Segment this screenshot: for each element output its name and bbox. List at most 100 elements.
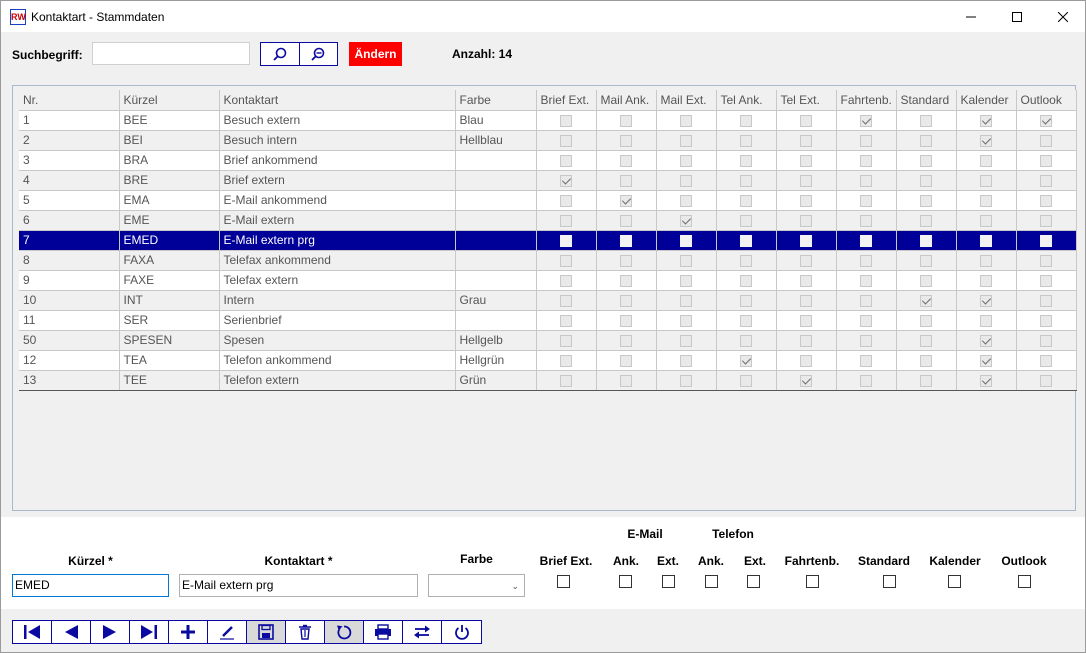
- column-header[interactable]: Kürzel: [119, 90, 220, 111]
- table-row[interactable]: 1 BEE Besuch extern Blau: [19, 110, 1077, 131]
- mail-ext-checkbox[interactable]: [662, 575, 675, 588]
- unchecked-checkbox[interactable]: [980, 314, 992, 327]
- cell-flag[interactable]: [836, 170, 897, 191]
- cell-kontaktart[interactable]: Spesen: [219, 330, 456, 351]
- cell-nr[interactable]: 2: [19, 130, 120, 151]
- minimize-button[interactable]: [948, 1, 994, 32]
- cell-flag[interactable]: [536, 190, 597, 211]
- cell-flag[interactable]: [836, 130, 897, 151]
- unchecked-checkbox[interactable]: [740, 374, 752, 387]
- unchecked-checkbox[interactable]: [740, 134, 752, 147]
- unchecked-checkbox[interactable]: [740, 194, 752, 207]
- unchecked-checkbox[interactable]: [680, 354, 692, 367]
- unchecked-checkbox[interactable]: [860, 354, 872, 367]
- cell-nr[interactable]: 6: [19, 210, 120, 231]
- unchecked-checkbox[interactable]: [620, 254, 632, 267]
- cell-flag[interactable]: [956, 250, 1017, 271]
- cell-flag[interactable]: [596, 270, 657, 291]
- unchecked-checkbox[interactable]: [800, 294, 812, 307]
- cell-flag[interactable]: [776, 190, 837, 211]
- delete-button[interactable]: [286, 621, 325, 643]
- unchecked-checkbox[interactable]: [920, 154, 932, 167]
- cell-kuerzel[interactable]: SER: [119, 310, 220, 331]
- unchecked-checkbox[interactable]: [860, 294, 872, 307]
- cell-flag[interactable]: [596, 150, 657, 171]
- cell-flag[interactable]: [956, 270, 1017, 291]
- outlook-checkbox[interactable]: [1018, 575, 1031, 588]
- cell-flag[interactable]: [716, 130, 777, 151]
- unchecked-checkbox[interactable]: [620, 274, 632, 287]
- unchecked-checkbox[interactable]: [800, 134, 812, 147]
- cell-flag[interactable]: [716, 270, 777, 291]
- unchecked-checkbox[interactable]: [800, 154, 812, 167]
- cell-kontaktart[interactable]: Intern: [219, 290, 456, 311]
- checked-checkbox[interactable]: [560, 174, 572, 187]
- cell-flag[interactable]: [836, 350, 897, 371]
- unchecked-checkbox[interactable]: [620, 134, 632, 147]
- cell-flag[interactable]: [956, 170, 1017, 191]
- unchecked-checkbox[interactable]: [1040, 314, 1052, 327]
- cell-kontaktart[interactable]: Serienbrief: [219, 310, 456, 331]
- cell-farbe[interactable]: [455, 310, 537, 331]
- unchecked-checkbox[interactable]: [800, 334, 812, 347]
- unchecked-checkbox[interactable]: [620, 334, 632, 347]
- column-header[interactable]: Brief Ext.: [536, 90, 597, 111]
- cell-flag[interactable]: [536, 170, 597, 191]
- cell-flag[interactable]: [536, 270, 597, 291]
- cell-nr[interactable]: 12: [19, 350, 120, 371]
- checked-checkbox[interactable]: [920, 294, 932, 307]
- checked-checkbox[interactable]: [740, 354, 752, 367]
- unchecked-checkbox[interactable]: [620, 114, 632, 127]
- cell-flag[interactable]: [896, 290, 957, 311]
- cell-farbe[interactable]: [455, 270, 537, 291]
- cell-kontaktart[interactable]: Brief ankommend: [219, 150, 456, 171]
- cell-flag[interactable]: [776, 130, 837, 151]
- cell-flag[interactable]: [536, 150, 597, 171]
- unchecked-checkbox[interactable]: [860, 374, 872, 387]
- unchecked-checkbox[interactable]: [560, 354, 572, 367]
- sync-button[interactable]: [403, 621, 442, 643]
- cell-kontaktart[interactable]: Telefax extern: [219, 270, 456, 291]
- unchecked-checkbox[interactable]: [860, 334, 872, 347]
- unchecked-checkbox[interactable]: [800, 234, 812, 247]
- cell-flag[interactable]: [656, 170, 717, 191]
- cell-flag[interactable]: [836, 270, 897, 291]
- cell-flag[interactable]: [776, 250, 837, 271]
- cell-kontaktart[interactable]: E-Mail ankommend: [219, 190, 456, 211]
- unchecked-checkbox[interactable]: [680, 294, 692, 307]
- unchecked-checkbox[interactable]: [1040, 134, 1052, 147]
- cell-nr[interactable]: 50: [19, 330, 120, 351]
- cell-farbe[interactable]: Grau: [455, 290, 537, 311]
- cell-flag[interactable]: [956, 330, 1017, 351]
- cell-flag[interactable]: [656, 150, 717, 171]
- unchecked-checkbox[interactable]: [620, 234, 632, 247]
- unchecked-checkbox[interactable]: [740, 314, 752, 327]
- standard-checkbox[interactable]: [883, 575, 896, 588]
- unchecked-checkbox[interactable]: [920, 254, 932, 267]
- unchecked-checkbox[interactable]: [560, 374, 572, 387]
- cell-flag[interactable]: [836, 110, 897, 131]
- unchecked-checkbox[interactable]: [560, 194, 572, 207]
- unchecked-checkbox[interactable]: [560, 134, 572, 147]
- unchecked-checkbox[interactable]: [860, 214, 872, 227]
- exit-button[interactable]: [442, 621, 481, 643]
- unchecked-checkbox[interactable]: [620, 214, 632, 227]
- unchecked-checkbox[interactable]: [740, 294, 752, 307]
- cell-flag[interactable]: [776, 290, 837, 311]
- cell-flag[interactable]: [956, 190, 1017, 211]
- unchecked-checkbox[interactable]: [680, 154, 692, 167]
- cell-flag[interactable]: [656, 370, 717, 391]
- unchecked-checkbox[interactable]: [920, 134, 932, 147]
- cell-flag[interactable]: [896, 210, 957, 231]
- cell-flag[interactable]: [716, 290, 777, 311]
- cell-flag[interactable]: [656, 330, 717, 351]
- cell-nr[interactable]: 9: [19, 270, 120, 291]
- cell-flag[interactable]: [656, 290, 717, 311]
- unchecked-checkbox[interactable]: [800, 174, 812, 187]
- column-header[interactable]: Kalender: [956, 90, 1017, 111]
- cell-kuerzel[interactable]: EMED: [119, 230, 220, 251]
- close-button[interactable]: [1040, 1, 1086, 32]
- unchecked-checkbox[interactable]: [740, 254, 752, 267]
- next-record-button[interactable]: [91, 621, 130, 643]
- cell-kuerzel[interactable]: EMA: [119, 190, 220, 211]
